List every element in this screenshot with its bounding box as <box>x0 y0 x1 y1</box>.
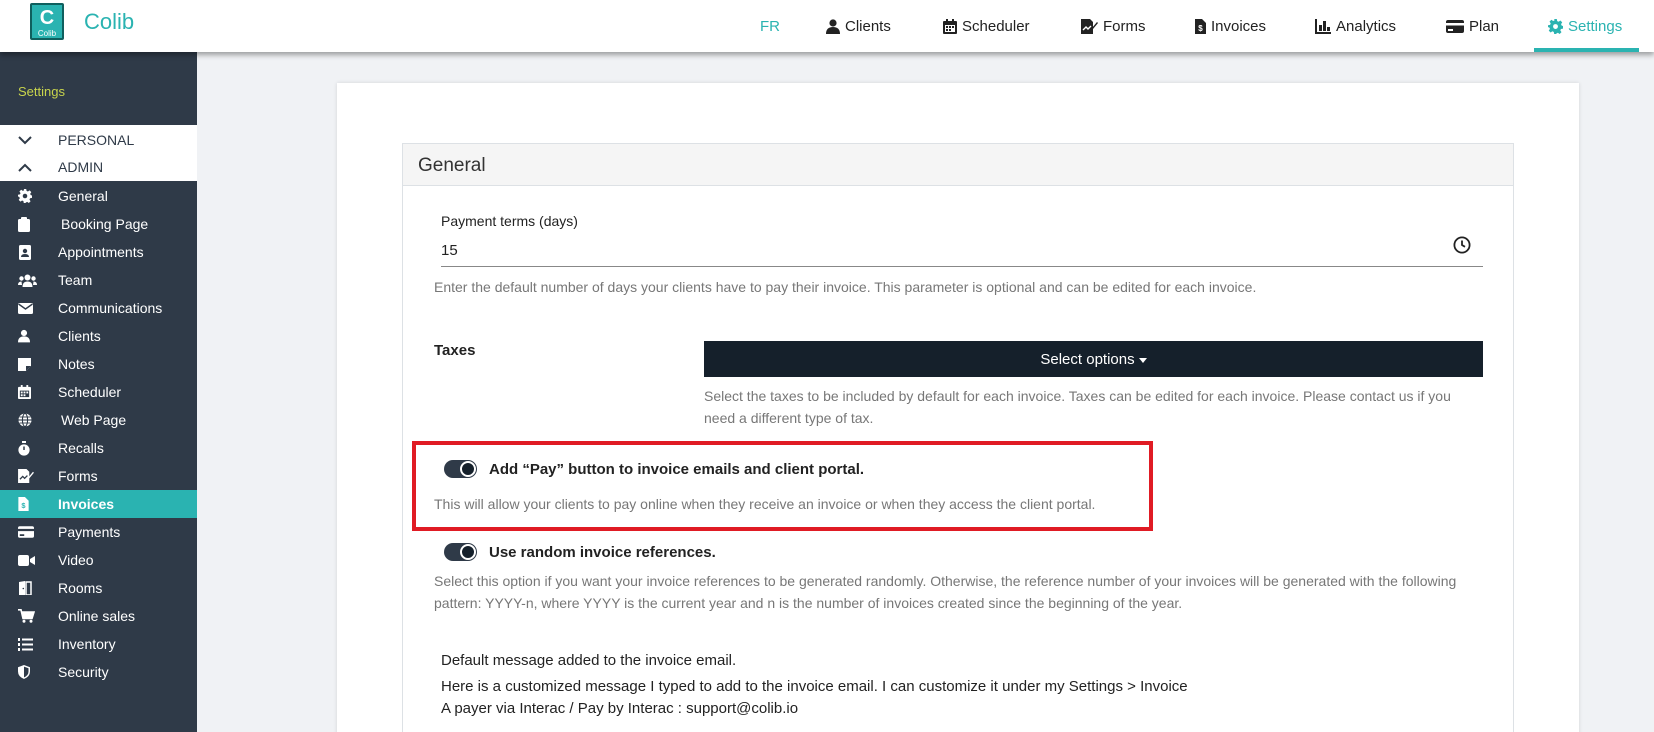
sidebar-item-online-sales[interactable]: Online sales <box>0 602 197 630</box>
sidebar-item-security[interactable]: Security <box>0 658 197 686</box>
chart-bar-icon <box>1315 18 1331 34</box>
colib-logo[interactable]: C Colib <box>30 3 64 40</box>
clock-icon[interactable] <box>1453 236 1471 259</box>
sidebar-item-scheduler[interactable]: Scheduler <box>0 378 197 406</box>
nav-invoices[interactable]: $ Invoices <box>1195 0 1266 52</box>
stopwatch-icon <box>0 440 58 456</box>
taxes-help: Select the taxes to be included by defau… <box>704 388 1451 426</box>
list-ol-icon <box>0 637 58 651</box>
default-message-line-2: A payer via Interac / Pay by Interac : s… <box>441 700 799 717</box>
sidebar-item-team[interactable]: Team <box>0 266 197 294</box>
sidebar-item-web-page[interactable]: Web Page <box>0 406 197 434</box>
brand-name[interactable]: Colib <box>84 9 134 35</box>
payment-terms-input[interactable] <box>441 234 1483 267</box>
sidebar-item-rooms[interactable]: Rooms <box>0 574 197 602</box>
nav-plan[interactable]: Plan <box>1446 0 1499 52</box>
globe-icon <box>0 413 58 427</box>
svg-text:$: $ <box>1198 24 1203 33</box>
chevron-up-icon <box>0 163 58 172</box>
sidebar-section-personal[interactable]: PERSONAL <box>0 126 197 154</box>
file-signature-icon <box>1081 18 1098 34</box>
sidebar-item-general[interactable]: General <box>0 182 197 210</box>
nav-clients[interactable]: Clients <box>826 0 891 52</box>
sidebar-item-recalls[interactable]: Recalls <box>0 434 197 462</box>
pay-button-toggle[interactable] <box>444 460 477 478</box>
file-signature-icon <box>0 469 58 483</box>
settings-sidebar: Settings PERSONAL ADMIN General Booking … <box>0 52 197 732</box>
taxes-label: Taxes <box>434 342 476 359</box>
calendar-icon <box>0 385 58 399</box>
invoice-icon: $ <box>1195 18 1206 34</box>
sidebar-item-appointments[interactable]: Appointments <box>0 238 197 266</box>
sidebar-title: Settings <box>18 84 65 99</box>
sidebar-item-inventory[interactable]: Inventory <box>0 630 197 658</box>
credit-card-icon <box>1446 19 1464 33</box>
nav-analytics[interactable]: Analytics <box>1315 0 1396 52</box>
caret-down-icon <box>1138 357 1147 363</box>
lang-toggle-fr[interactable]: FR <box>760 0 780 52</box>
toggle-knob <box>460 461 476 477</box>
random-refs-help: Select this option if you want your invo… <box>434 573 1457 611</box>
random-refs-label: Use random invoice references. <box>489 544 716 561</box>
sidebar-item-notes[interactable]: Notes <box>0 350 197 378</box>
payment-terms-label: Payment terms (days) <box>441 213 578 229</box>
sidebar-item-clients[interactable]: Clients <box>0 322 197 350</box>
taxes-select-options-button[interactable]: Select options <box>704 341 1483 377</box>
nav-settings[interactable]: Settings <box>1534 0 1639 52</box>
toggle-knob <box>460 544 476 560</box>
top-navbar: C Colib Colib FR Clients Scheduler Forms… <box>0 0 1654 52</box>
default-message-label: Default message added to the invoice ema… <box>441 652 737 669</box>
nav-scheduler[interactable]: Scheduler <box>943 0 1030 52</box>
sidebar-item-forms[interactable]: Forms <box>0 462 197 490</box>
calendar-icon <box>943 18 957 34</box>
pay-button-help: This will allow your clients to pay onli… <box>434 496 1096 512</box>
pay-button-label: Add “Pay” button to invoice emails and c… <box>489 461 865 478</box>
user-icon <box>826 18 840 34</box>
user-icon <box>0 329 58 343</box>
invoice-icon: $ <box>0 497 58 511</box>
panel-title: General <box>403 144 1513 186</box>
sidebar-item-payments[interactable]: Payments <box>0 518 197 546</box>
default-message-line-1: Here is a customized message I typed to … <box>441 678 1188 695</box>
shopping-cart-icon <box>0 609 58 623</box>
address-book-icon <box>0 244 58 260</box>
sidebar-item-booking-page[interactable]: Booking Page <box>0 210 197 238</box>
sticky-note-icon <box>0 357 58 371</box>
payment-terms-help: Enter the default number of days your cl… <box>434 279 1257 295</box>
users-icon <box>0 274 58 287</box>
video-camera-icon <box>0 554 58 566</box>
clipboard-icon <box>0 216 58 232</box>
shield-icon <box>0 665 58 679</box>
sidebar-item-invoices[interactable]: $ Invoices <box>0 490 197 518</box>
gear-icon <box>0 189 58 203</box>
envelope-icon <box>0 302 58 314</box>
chevron-down-icon <box>0 135 58 145</box>
sidebar-item-video[interactable]: Video <box>0 546 197 574</box>
general-panel: General <box>402 143 1514 732</box>
nav-forms[interactable]: Forms <box>1081 0 1146 52</box>
door-open-icon <box>0 581 58 595</box>
gear-icon <box>1548 18 1563 34</box>
credit-card-icon <box>0 526 58 538</box>
sidebar-section-admin[interactable]: ADMIN <box>0 153 197 181</box>
sidebar-item-communications[interactable]: Communications <box>0 294 197 322</box>
highlight-box <box>412 441 1153 531</box>
random-refs-toggle[interactable] <box>444 543 477 561</box>
